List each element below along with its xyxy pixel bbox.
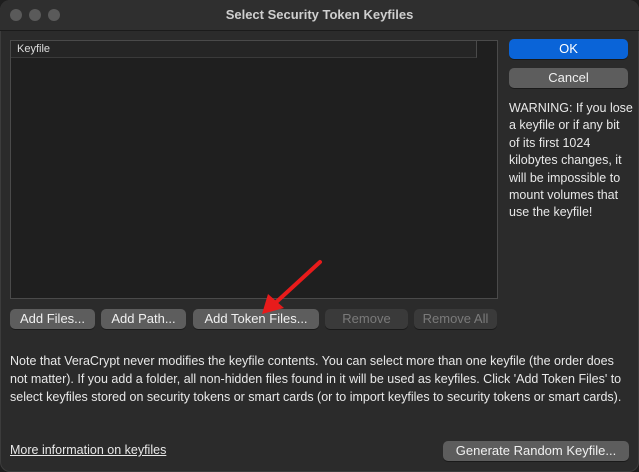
- title-bar: Select Security Token Keyfiles: [0, 0, 639, 31]
- remove-button[interactable]: Remove: [325, 309, 408, 329]
- column-header-keyfile[interactable]: Keyfile: [11, 41, 477, 58]
- ok-button[interactable]: OK: [509, 39, 628, 59]
- remove-all-button[interactable]: Remove All: [414, 309, 497, 329]
- red-arrow-icon: [262, 260, 322, 314]
- add-files-button[interactable]: Add Files...: [10, 309, 95, 329]
- generate-random-keyfile-button[interactable]: Generate Random Keyfile...: [443, 441, 629, 461]
- dialog-window: Select Security Token Keyfiles Keyfile O…: [0, 0, 639, 472]
- keyfile-list[interactable]: Keyfile: [10, 40, 498, 299]
- more-info-link[interactable]: More information on keyfiles: [10, 443, 166, 457]
- add-path-button[interactable]: Add Path...: [101, 309, 186, 329]
- warning-text: WARNING: If you lose a keyfile or if any…: [509, 101, 633, 220]
- window-title: Select Security Token Keyfiles: [225, 7, 414, 22]
- cancel-button[interactable]: Cancel: [509, 68, 628, 88]
- help-note: Note that VeraCrypt never modifies the k…: [10, 354, 622, 404]
